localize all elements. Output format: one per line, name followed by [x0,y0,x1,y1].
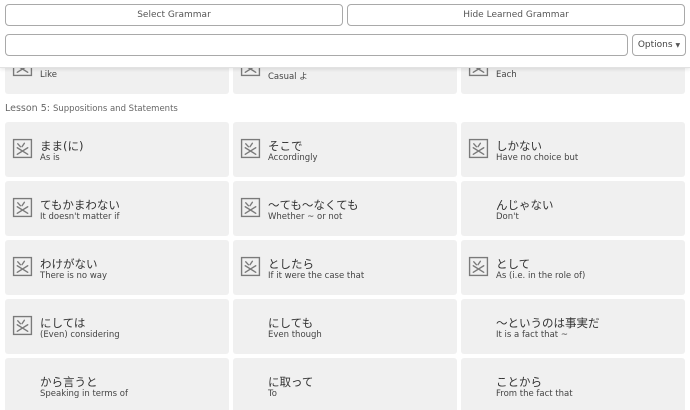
lesson-header: Lesson 5: Suppositions and Statements [5,103,178,114]
grammar-card[interactable]: にしても Even though [233,299,457,354]
lesson-number: Lesson 5: [5,103,50,114]
grammar-card[interactable]: としたら If it were the case that [233,240,457,295]
grammar-meaning: It is a fact that ~ [496,330,568,340]
grammar-card[interactable]: から言うと Speaking in terms of [5,358,229,410]
grammar-card[interactable]: ことから From the fact that [461,358,685,410]
grammar-japanese: としたら [268,257,314,271]
grammar-japanese: わけがない [40,257,98,271]
grammar-meaning: Have no choice but [496,153,579,163]
kanji-zu-icon [12,256,33,277]
grammar-card[interactable]: として As (i.e. in the role of) [461,240,685,295]
grammar-japanese: そこで [268,139,303,153]
grammar-meaning: Accordingly [268,153,318,163]
grammar-card[interactable]: 〜というのは事実だ It is a fact that ~ [461,299,685,354]
grammar-card[interactable]: にしては (Even) considering [5,299,229,354]
grammar-japanese: から言うと [40,375,98,389]
grammar-japanese: ことから [496,375,542,389]
grammar-japanese: として [496,257,531,271]
lesson-title: Suppositions and Statements [53,104,178,114]
kanji-zu-icon [240,138,261,159]
grammar-card[interactable]: そこで Accordingly [233,122,457,177]
grammar-meaning: (Even) considering [40,330,120,340]
grammar-japanese: 〜というのは事実だ [496,316,600,330]
grammar-meaning: To [268,389,277,399]
grammar-card[interactable]: てもかまわない It doesn't matter if [5,181,229,236]
select-grammar-button[interactable]: Select Grammar [5,4,343,26]
grammar-card[interactable]: しかない Have no choice but [461,122,685,177]
grammar-meaning: Speaking in terms of [40,389,128,399]
options-dropdown[interactable]: Options ▼ [632,34,686,56]
kanji-zu-icon [12,315,33,336]
grammar-card[interactable]: まま(に) As is [5,122,229,177]
grammar-card[interactable]: 〜ても〜なくても Whether ~ or not [233,181,457,236]
grammar-meaning: Like [40,70,57,80]
grammar-meaning: As is [40,153,60,163]
grammar-meaning: There is no way [40,271,108,281]
kanji-zu-icon [468,256,489,277]
caret-down-icon: ▼ [675,41,681,49]
grammar-meaning: Don't [496,212,519,222]
grammar-meaning: Even though [268,330,322,340]
grammar-japanese: にしても [268,316,314,330]
kanji-zu-icon [240,197,261,218]
grammar-meaning: As (i.e. in the role of) [496,271,586,281]
grammar-card[interactable]: んじゃない Don't [461,181,685,236]
grammar-japanese: に取って [268,375,314,389]
grammar-meaning: It doesn't matter if [40,212,120,222]
grammar-meaning: Casual よ [268,72,308,82]
grammar-japanese: てもかまわない [40,198,120,212]
grammar-meaning: Each [496,70,517,80]
grammar-japanese: んじゃない [496,198,554,212]
kanji-zu-icon [12,138,33,159]
grammar-meaning: If it were the case that [268,271,365,281]
grammar-meaning: Whether ~ or not [268,212,343,222]
kanji-zu-icon [468,138,489,159]
toolbar: Select Grammar Hide Learned Grammar Opti… [0,0,690,68]
grammar-japanese: 〜ても〜なくても [268,198,359,212]
kanji-zu-icon [12,197,33,218]
grammar-japanese: しかない [496,139,542,153]
grammar-japanese: にしては [40,316,86,330]
search-input[interactable] [5,34,628,56]
kanji-zu-icon [240,256,261,277]
grammar-meaning: From the fact that [496,389,573,399]
grammar-japanese: まま(に) [40,139,84,153]
hide-learned-grammar-button[interactable]: Hide Learned Grammar [347,4,685,26]
options-label: Options [637,40,673,50]
grammar-card[interactable]: に取って To [233,358,457,410]
grammar-card[interactable]: わけがない There is no way [5,240,229,295]
